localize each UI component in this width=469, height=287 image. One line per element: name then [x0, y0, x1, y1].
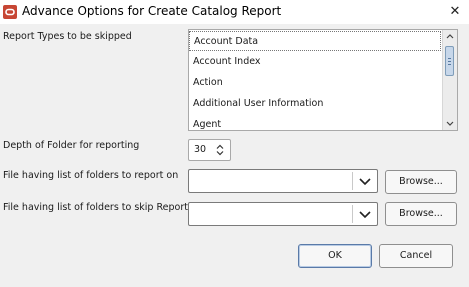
list-item[interactable]: Account Index: [189, 52, 441, 72]
combo-divider: [352, 172, 353, 190]
list-item[interactable]: Additional User Information: [189, 94, 441, 114]
folders-report-combo[interactable]: [188, 169, 378, 193]
close-button[interactable]: ✕: [445, 2, 465, 22]
ok-button[interactable]: OK: [298, 244, 372, 268]
browse-report-button[interactable]: Browse...: [385, 170, 457, 194]
chevron-down-icon[interactable]: [354, 203, 376, 225]
vertical-scrollbar[interactable]: [442, 30, 457, 130]
window-title: Advance Options for Create Catalog Repor…: [22, 4, 282, 18]
scroll-thumb[interactable]: [445, 46, 454, 76]
depth-label: Depth of Folder for reporting: [3, 140, 140, 151]
oracle-logo-icon: [3, 5, 17, 19]
report-types-list[interactable]: Account Data Account Index Action Additi…: [188, 29, 458, 131]
combo-divider: [352, 205, 353, 223]
folders-skip-combo[interactable]: [188, 202, 378, 226]
depth-spinner[interactable]: 30: [188, 139, 231, 161]
title-bar: Advance Options for Create Catalog Repor…: [0, 0, 469, 24]
depth-value[interactable]: 30: [194, 140, 206, 160]
scroll-down-icon[interactable]: [443, 116, 457, 130]
list-item[interactable]: Account Data: [189, 31, 441, 51]
report-types-label: Report Types to be skipped: [3, 31, 132, 42]
folders-report-label: File having list of folders to report on: [3, 170, 179, 181]
folders-skip-label: File having list of folders to skip Repo…: [3, 202, 188, 213]
list-item[interactable]: Action: [189, 73, 441, 93]
scroll-up-icon[interactable]: [443, 30, 457, 44]
spinner-arrows-icon[interactable]: [212, 142, 228, 158]
cancel-button[interactable]: Cancel: [379, 244, 453, 268]
chevron-down-icon[interactable]: [354, 170, 376, 192]
close-icon: ✕: [449, 4, 461, 19]
list-item[interactable]: Agent: [189, 115, 441, 130]
browse-skip-button[interactable]: Browse...: [385, 202, 457, 226]
